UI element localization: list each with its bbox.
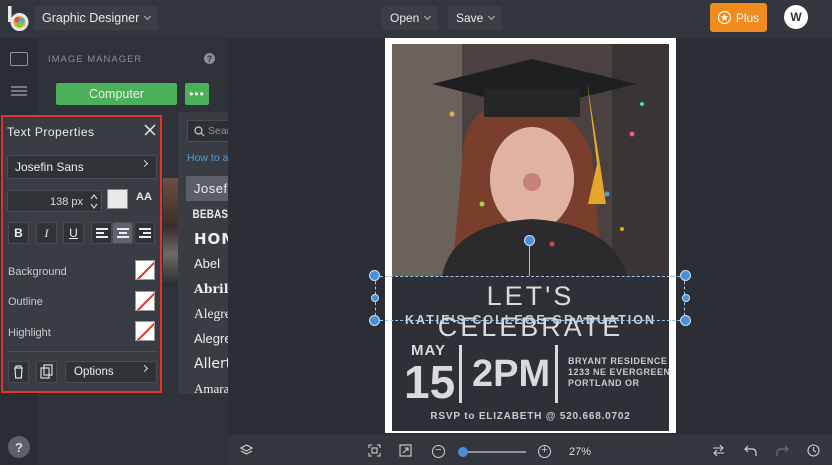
divider	[7, 351, 157, 352]
close-icon[interactable]	[143, 123, 157, 137]
options-button[interactable]: Options	[65, 361, 157, 383]
font-size-input[interactable]: 138 px	[7, 190, 102, 212]
bold-button[interactable]: B	[8, 222, 29, 244]
background-label: Background	[8, 266, 67, 278]
font-family-value: Josefin Sans	[15, 160, 84, 174]
font-size-value: 138 px	[49, 196, 83, 208]
align-right-button[interactable]	[134, 222, 155, 244]
duplicate-button[interactable]	[36, 361, 57, 383]
swap-icon[interactable]	[712, 444, 725, 457]
zoom-slider-knob[interactable]	[458, 447, 468, 457]
text-properties-title: Text Properties	[7, 125, 95, 139]
address-text[interactable]: BRYANT RESIDENCE 1233 NE EVERGREEN PORTL…	[568, 356, 671, 389]
image-manager-help-icon[interactable]: ?	[204, 53, 215, 64]
resize-handle-left[interactable]	[371, 294, 379, 302]
sliders-icon[interactable]	[10, 84, 28, 98]
layers-icon[interactable]	[240, 444, 253, 457]
resize-handle-top-left[interactable]	[369, 270, 380, 281]
rotate-handle-line	[529, 246, 530, 276]
expand-icon[interactable]	[399, 444, 412, 457]
time-text[interactable]: 2PM	[472, 353, 550, 396]
delete-button[interactable]	[8, 361, 29, 383]
font-family-select[interactable]: Josefin Sans	[7, 155, 157, 179]
align-center-icon	[116, 228, 129, 238]
underline-button[interactable]: U	[63, 222, 84, 244]
selection-box[interactable]	[375, 276, 685, 321]
highlight-color-swatch[interactable]	[135, 321, 155, 341]
search-icon	[194, 126, 205, 137]
app-name: Graphic Designer	[42, 11, 140, 25]
highlight-label: Highlight	[8, 327, 51, 339]
plus-label: Plus	[735, 10, 760, 25]
image-icon[interactable]	[10, 52, 28, 66]
background-color-swatch[interactable]	[135, 260, 155, 280]
save-menu-button[interactable]: Save	[448, 6, 503, 30]
plus-upgrade-button[interactable]: Plus	[710, 3, 767, 32]
zoom-out-icon[interactable]: −	[432, 445, 445, 458]
card-bottom-strip	[392, 429, 669, 431]
chevron-down-icon	[424, 12, 432, 20]
text-properties-panel: Text Properties Josefin Sans 138 px AA B…	[1, 115, 162, 393]
rsvp-text[interactable]: RSVP to ELIZABETH @ 520.668.0702	[392, 411, 669, 422]
undo-icon[interactable]	[744, 444, 757, 457]
text-color-swatch[interactable]	[107, 189, 128, 209]
align-center-button[interactable]	[112, 222, 133, 244]
outline-color-swatch[interactable]	[135, 291, 155, 311]
open-menu-button[interactable]: Open	[382, 6, 439, 30]
resize-handle-right[interactable]	[682, 294, 690, 302]
computer-upload-button[interactable]: Computer	[56, 83, 177, 105]
chevron-right-icon	[140, 364, 149, 373]
fit-screen-icon[interactable]	[368, 444, 381, 457]
increment-icon[interactable]	[90, 194, 98, 200]
divider-bar	[555, 345, 558, 403]
resize-handle-bottom-right[interactable]	[680, 315, 691, 326]
align-left-button[interactable]	[91, 222, 112, 244]
address-line: PORTLAND OR	[568, 378, 640, 388]
options-label: Options	[74, 366, 114, 378]
history-icon[interactable]	[807, 444, 820, 457]
decrement-icon[interactable]	[90, 203, 98, 209]
duplicate-icon	[40, 364, 53, 379]
user-avatar[interactable]: W	[784, 5, 808, 29]
zoom-in-icon[interactable]: +	[538, 445, 551, 458]
italic-button[interactable]: I	[36, 222, 57, 244]
app-switcher-dropdown[interactable]: Graphic Designer	[34, 6, 159, 30]
redo-icon[interactable]	[776, 444, 789, 457]
rotate-handle[interactable]	[524, 235, 535, 246]
text-case-button[interactable]: AA	[136, 191, 152, 203]
zoom-slider-track[interactable]	[459, 451, 526, 453]
outline-label: Outline	[8, 296, 43, 308]
bottom-toolbar	[228, 435, 832, 465]
align-left-icon	[95, 228, 108, 238]
open-label: Open	[390, 11, 420, 25]
image-manager-title: IMAGE MANAGER	[48, 54, 143, 65]
help-button[interactable]: ?	[8, 436, 30, 458]
zoom-value: 27%	[569, 446, 592, 458]
address-line: BRYANT RESIDENCE	[568, 356, 668, 366]
save-label: Save	[456, 11, 484, 25]
align-right-icon	[138, 228, 151, 238]
divider-bar	[459, 345, 462, 403]
chevron-down-icon	[488, 12, 496, 20]
star-badge-icon	[717, 11, 731, 24]
chevron-down-icon	[144, 12, 152, 20]
resize-handle-bottom-left[interactable]	[369, 315, 380, 326]
app-logo-icon[interactable]	[8, 6, 30, 32]
more-sources-button[interactable]: •••	[185, 83, 209, 105]
trash-icon	[14, 365, 23, 379]
chevron-right-icon	[140, 159, 149, 168]
address-line: 1233 NE EVERGREEN	[568, 367, 671, 377]
day-text[interactable]: 15	[404, 355, 455, 409]
resize-handle-top-right[interactable]	[680, 270, 691, 281]
